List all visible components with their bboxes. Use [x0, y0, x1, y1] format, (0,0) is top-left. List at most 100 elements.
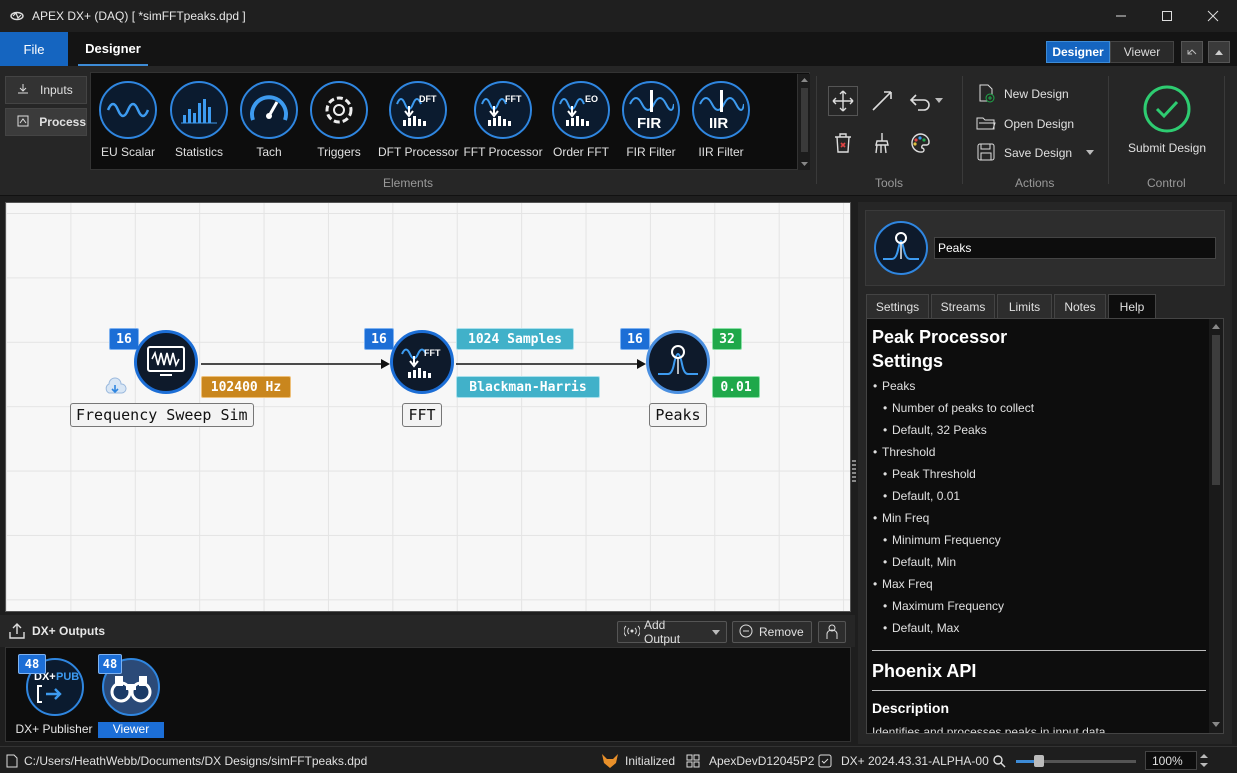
app-logo-icon: [10, 9, 24, 23]
tach-element[interactable]: Tach: [229, 81, 309, 159]
fft-processor-icon: FFT: [474, 81, 532, 139]
actions-group-label: Actions: [1015, 176, 1055, 190]
process-icon: [12, 114, 33, 131]
zoom-spinner[interactable]: [1198, 751, 1210, 770]
inputs-button[interactable]: Inputs: [5, 76, 87, 104]
publisher-label: DX+ Publisher: [15, 722, 93, 736]
iir-filter-element[interactable]: IIR IIR Filter: [681, 81, 761, 159]
help-divider: [872, 650, 1206, 651]
viewer-label: Viewer: [98, 722, 164, 738]
element-label: DFT Processor: [378, 145, 459, 159]
help-divider: [872, 690, 1206, 691]
peaks-node[interactable]: [646, 330, 710, 394]
zoom-level-input[interactable]: 100%: [1145, 751, 1197, 770]
dft-processor-element[interactable]: DFT DFT Processor: [378, 81, 458, 159]
peaks-icon: [658, 345, 698, 375]
save-design-label: Save Design: [1004, 146, 1073, 160]
fir-filter-element[interactable]: FIR FIR Filter: [611, 81, 691, 159]
elements-scrollbar[interactable]: [797, 74, 810, 170]
dx-publisher-output[interactable]: DX+ PUB 48 DX+ Publisher: [12, 654, 96, 740]
fir-filter-icon: FIR: [622, 81, 680, 139]
fft-processor-element[interactable]: FFT FFT Processor: [463, 81, 543, 159]
tab-settings[interactable]: Settings: [866, 294, 929, 318]
help-sub-item: • Peak Threshold: [883, 467, 976, 481]
clean-tool-icon[interactable]: [867, 128, 897, 158]
sweep-rate-badge[interactable]: 102400 Hz: [201, 376, 291, 398]
tab-streams[interactable]: Streams: [931, 294, 995, 318]
tab-notes[interactable]: Notes: [1054, 294, 1106, 318]
panel-splitter[interactable]: [852, 460, 856, 484]
monitor-wave-icon: [147, 346, 185, 376]
help-sub-item: • Number of peaks to collect: [883, 401, 1035, 415]
remove-output-button[interactable]: Remove: [732, 621, 812, 643]
tools-group-label: Tools: [875, 176, 904, 190]
outputs-title: DX+ Outputs: [32, 624, 106, 638]
eu-scalar-element[interactable]: EU Scalar: [91, 81, 168, 159]
minimize-button[interactable]: [1098, 0, 1144, 32]
statistics-element[interactable]: Statistics: [159, 81, 239, 159]
element-label: Triggers: [317, 145, 361, 159]
broadcast-icon: [623, 625, 641, 640]
tab-help[interactable]: Help: [1108, 294, 1156, 319]
save-dropdown-icon[interactable]: [1082, 138, 1098, 168]
move-tool-icon[interactable]: [828, 86, 858, 116]
element-label: FFT Processor: [463, 145, 543, 159]
publisher-count-badge: 48: [18, 654, 46, 674]
fft-node[interactable]: FFT: [390, 330, 454, 394]
triggers-element[interactable]: Triggers: [299, 81, 379, 159]
frequency-sweep-node[interactable]: [134, 330, 198, 394]
fft-samples-badge[interactable]: 1024 Samples: [456, 328, 574, 350]
zoom-slider[interactable]: [1016, 747, 1136, 773]
dft-processor-icon: DFT: [389, 81, 447, 139]
outputs-gallery: DX+ PUB 48 DX+ Publisher 48 Viewer: [5, 647, 851, 742]
output-settings-button[interactable]: [818, 621, 846, 643]
api-title: Phoenix API: [872, 661, 977, 681]
help-sub-item: • Default, 0.01: [883, 489, 961, 503]
cloud-download-icon: [103, 377, 127, 400]
designer-tab[interactable]: Designer: [78, 32, 148, 66]
svg-text:FIR: FIR: [637, 115, 661, 132]
peaks-threshold-badge[interactable]: 0.01: [712, 376, 760, 398]
delete-tool-icon[interactable]: [828, 128, 858, 158]
element-name-input[interactable]: Peaks: [934, 237, 1216, 259]
ribbon-divider: [962, 76, 963, 184]
undo-tool-icon[interactable]: [905, 86, 935, 116]
ribbon-divider: [816, 76, 817, 184]
add-output-button[interactable]: Add Output: [617, 618, 727, 646]
new-design-label: New Design: [1004, 87, 1069, 101]
order-fft-element[interactable]: EO Order FFT: [541, 81, 621, 159]
help-title: Peak Processor: [872, 327, 1008, 347]
viewer-output[interactable]: 48 Viewer: [98, 654, 166, 740]
help-scrollbar[interactable]: [1209, 319, 1223, 733]
save-design-button[interactable]: Save Design: [976, 142, 1072, 164]
user-icon: [826, 624, 838, 639]
open-design-label: Open Design: [1004, 117, 1075, 131]
peaks-processor-icon: [874, 221, 928, 275]
fft-window-badge[interactable]: Blackman-Harris: [456, 376, 600, 398]
connect-tool-icon[interactable]: [867, 86, 897, 116]
undo-dropdown-icon[interactable]: [932, 86, 946, 116]
peaks-count-badge[interactable]: 32: [712, 328, 742, 350]
title-bar: APEX DX+ (DAQ) [ *simFFTpeaks.dpd ]: [0, 0, 1237, 32]
process-label: Process: [39, 115, 86, 129]
maximize-button[interactable]: [1144, 0, 1190, 32]
process-button[interactable]: Process: [5, 108, 87, 136]
tab-limits[interactable]: Limits: [997, 294, 1052, 318]
design-canvas[interactable]: 16 102400 Hz Frequency Sweep Sim 16 FFT …: [5, 202, 851, 612]
add-output-dropdown-icon: [712, 625, 720, 639]
tach-icon: [240, 81, 298, 139]
help-heading-item: • Min Freq: [873, 511, 930, 525]
restore-ribbon-icon[interactable]: [1181, 41, 1203, 63]
palette-tool-icon[interactable]: [905, 128, 935, 158]
new-design-button[interactable]: New Design: [976, 83, 1069, 105]
file-tab[interactable]: File: [0, 32, 68, 66]
iir-filter-icon: IIR: [692, 81, 750, 139]
collapse-ribbon-icon[interactable]: [1208, 41, 1230, 63]
submit-design-button[interactable]: Submit Design: [1120, 84, 1214, 160]
open-design-button[interactable]: Open Design: [976, 113, 1074, 135]
help-item-text: Peak Threshold: [892, 467, 976, 481]
close-button[interactable]: [1190, 0, 1236, 32]
submit-design-label: Submit Design: [1127, 141, 1207, 155]
viewer-mode-button[interactable]: Viewer: [1110, 41, 1174, 63]
designer-mode-button[interactable]: Designer: [1046, 41, 1110, 63]
